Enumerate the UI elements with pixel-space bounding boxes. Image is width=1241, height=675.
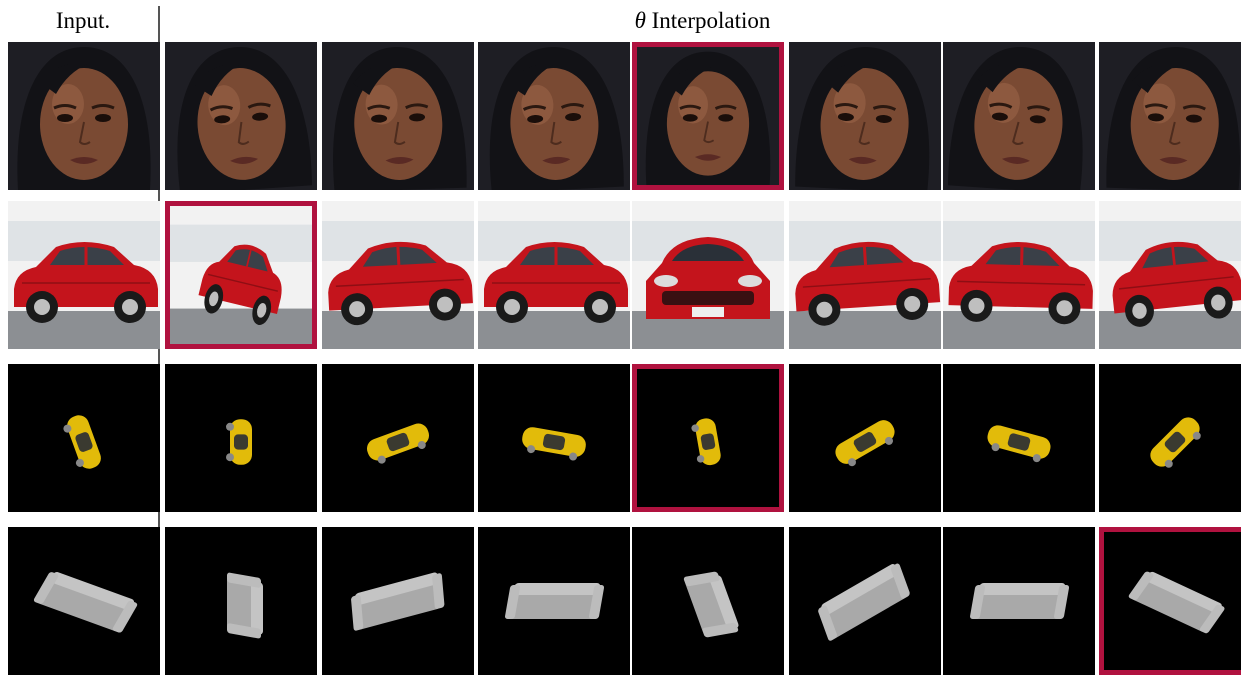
sofa-row-interpolation-image-6 — [943, 527, 1095, 675]
yellow-car-row-interpolation-image-6 — [943, 364, 1095, 512]
yellow-car-row-input-image — [8, 364, 160, 512]
red-car-row-interpolation-image-4 — [632, 201, 784, 349]
sofa-row-interpolation-image-4 — [632, 527, 784, 675]
sofa-row-interpolation-image-7 — [1099, 527, 1241, 675]
theta-symbol: θ — [635, 8, 646, 33]
red-car-row-input-image — [8, 201, 160, 349]
face-row-input-image — [8, 42, 160, 190]
sofa-row-interpolation-image-3 — [478, 527, 630, 675]
face-row-interpolation-image-4 — [632, 42, 784, 190]
red-car-row-interpolation-image-2 — [322, 201, 474, 349]
face-row-interpolation-image-6 — [943, 42, 1095, 190]
yellow-car-row-interpolation-image-7 — [1099, 364, 1241, 512]
sofa-row-interpolation-image-5 — [789, 527, 941, 675]
red-car-row-interpolation-image-1 — [165, 201, 317, 349]
figure: Input. θ Interpolation — [0, 0, 1241, 674]
yellow-car-row-interpolation-image-1 — [165, 364, 317, 512]
face-row-interpolation-image-3 — [478, 42, 630, 190]
interpolation-label: Interpolation — [652, 8, 771, 33]
red-car-row-interpolation-image-3 — [478, 201, 630, 349]
interpolation-column-header: θ Interpolation — [164, 6, 1241, 36]
yellow-car-row-interpolation-image-2 — [322, 364, 474, 512]
sofa-row-input-image — [8, 527, 160, 675]
face-row-interpolation-image-1 — [165, 42, 317, 190]
yellow-car-row-interpolation-image-5 — [789, 364, 941, 512]
input-column-header: Input. — [8, 6, 158, 36]
red-car-row-interpolation-image-6 — [943, 201, 1095, 349]
sofa-row-interpolation-image-2 — [322, 527, 474, 675]
yellow-car-row-interpolation-image-3 — [478, 364, 630, 512]
yellow-car-row-interpolation-image-4 — [632, 364, 784, 512]
face-row-interpolation-image-2 — [322, 42, 474, 190]
red-car-row-interpolation-image-7 — [1099, 201, 1241, 349]
face-row-interpolation-image-5 — [789, 42, 941, 190]
sofa-row-interpolation-image-1 — [165, 527, 317, 675]
red-car-row-interpolation-image-5 — [789, 201, 941, 349]
face-row-interpolation-image-7 — [1099, 42, 1241, 190]
